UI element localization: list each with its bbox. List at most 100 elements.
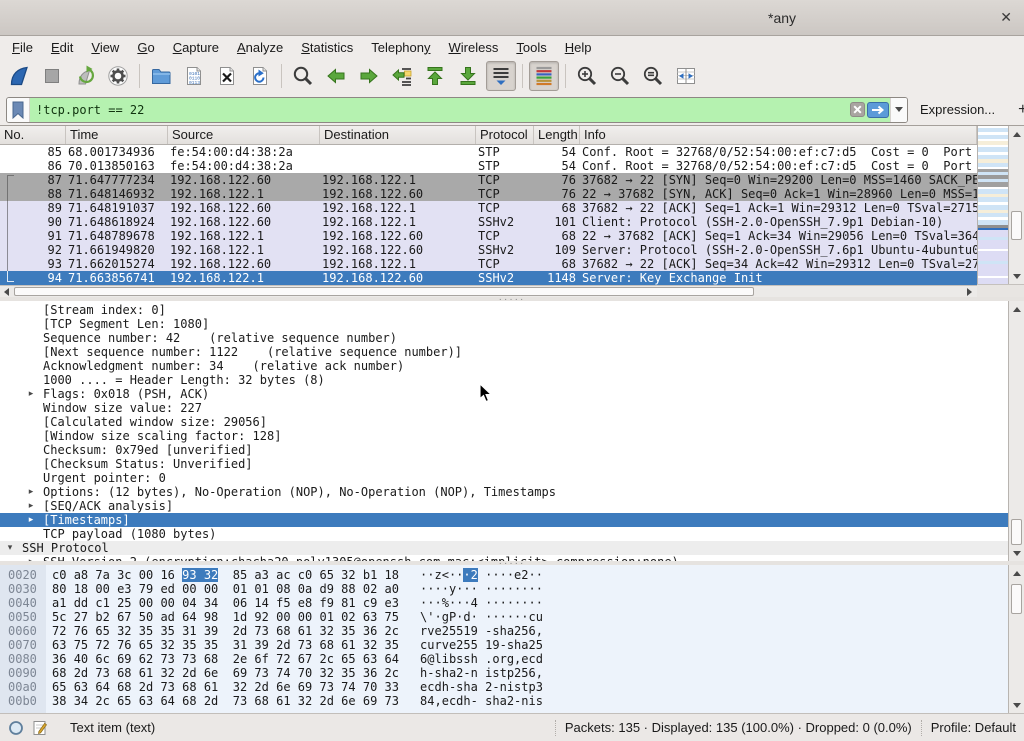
expanded-expander-icon[interactable]: ▾ <box>4 541 16 555</box>
packet-list-vscrollbar[interactable] <box>1008 126 1024 284</box>
menu-file[interactable]: File <box>3 38 42 57</box>
detail-row[interactable]: Urgent pointer: 0 <box>0 471 1008 485</box>
detail-row[interactable]: TCP payload (1080 bytes) <box>0 527 1008 541</box>
collapsed-expander-icon[interactable]: ▸ <box>25 499 37 513</box>
scroll-down-icon[interactable] <box>1009 545 1024 561</box>
go-to-last-packet-icon[interactable] <box>453 61 483 91</box>
zoom-out-icon[interactable] <box>605 61 635 91</box>
scroll-right-icon[interactable] <box>963 286 976 297</box>
collapsed-expander-icon[interactable]: ▸ <box>25 485 37 499</box>
scroll-left-icon[interactable] <box>0 286 13 297</box>
hex-row-0060[interactable]: 006072 76 65 32 35 35 31 39 2d 73 68 61 … <box>0 624 1008 638</box>
packet-list-minimap[interactable] <box>977 126 1008 284</box>
detail-row[interactable]: Window size value: 227 <box>0 401 1008 415</box>
colorize-packets-icon[interactable] <box>529 61 559 91</box>
start-capture-icon[interactable] <box>4 61 34 91</box>
packet-row-90[interactable]: 9071.648618924192.168.122.60192.168.122.… <box>0 215 977 229</box>
detail-row[interactable]: ▸Flags: 0x018 (PSH, ACK) <box>0 387 1008 401</box>
hex-row-00a0[interactable]: 00a065 63 64 68 2d 73 68 61 32 2d 6e 69 … <box>0 680 1008 694</box>
save-file-icon[interactable]: 010101100113 <box>179 61 209 91</box>
packet-row-85[interactable]: 8568.001734936fe:54:00:d4:38:2aSTP54Conf… <box>0 145 977 159</box>
menu-go[interactable]: Go <box>128 38 163 57</box>
expert-info-icon[interactable] <box>8 720 24 736</box>
menu-telephony[interactable]: Telephony <box>362 38 439 57</box>
reload-file-icon[interactable] <box>245 61 275 91</box>
menu-edit[interactable]: Edit <box>42 38 82 57</box>
vscroll-thumb[interactable] <box>1011 211 1022 240</box>
expression-button[interactable]: Expression... <box>920 102 995 117</box>
column-header-no[interactable]: No. <box>0 126 66 144</box>
filter-dropdown-caret-icon[interactable] <box>890 98 907 122</box>
menu-wireless[interactable]: Wireless <box>440 38 508 57</box>
column-header-length[interactable]: Length <box>534 126 580 144</box>
go-to-packet-icon[interactable] <box>387 61 417 91</box>
detail-row[interactable]: [Next sequence number: 1122 (relative se… <box>0 345 1008 359</box>
go-forward-icon[interactable] <box>354 61 384 91</box>
zoom-reset-icon[interactable] <box>638 61 668 91</box>
clear-filter-icon[interactable] <box>849 98 866 122</box>
capture-options-icon[interactable] <box>103 61 133 91</box>
packet-row-88[interactable]: 8871.648146932192.168.122.1192.168.122.6… <box>0 187 977 201</box>
scroll-up-icon[interactable] <box>1009 301 1024 317</box>
vscroll-thumb[interactable] <box>1011 584 1022 614</box>
hex-row-0040[interactable]: 0040a1 dd c1 25 00 00 04 34 06 14 f5 e8 … <box>0 596 1008 610</box>
bookmark-icon[interactable] <box>7 98 30 122</box>
detail-row[interactable]: ▸Options: (12 bytes), No-Operation (NOP)… <box>0 485 1008 499</box>
vscroll-thumb[interactable] <box>1011 519 1022 545</box>
scroll-down-icon[interactable] <box>1009 268 1024 284</box>
column-header-source[interactable]: Source <box>168 126 320 144</box>
go-to-first-packet-icon[interactable] <box>420 61 450 91</box>
stop-capture-icon[interactable] <box>37 61 67 91</box>
close-icon[interactable]: ✕ <box>1000 9 1012 26</box>
hex-row-0090[interactable]: 009068 2d 73 68 61 32 2d 6e 69 73 74 70 … <box>0 666 1008 680</box>
status-profile[interactable]: Profile: Default <box>931 720 1016 735</box>
hex-row-0020[interactable]: 0020c0 a8 7a 3c 00 16 93 32 85 a3 ac c0 … <box>0 568 1008 582</box>
packet-row-89[interactable]: 8971.648191037192.168.122.60192.168.122.… <box>0 201 977 215</box>
bytes-vscrollbar[interactable] <box>1008 565 1024 713</box>
packet-list-hscrollbar[interactable] <box>0 285 977 297</box>
detail-row[interactable]: ▸[SEQ/ACK analysis] <box>0 499 1008 513</box>
detail-row[interactable]: [Window size scaling factor: 128] <box>0 429 1008 443</box>
menu-statistics[interactable]: Statistics <box>292 38 362 57</box>
detail-row[interactable]: [Checksum Status: Unverified] <box>0 457 1008 471</box>
detail-row[interactable]: [Calculated window size: 29056] <box>0 415 1008 429</box>
scroll-down-icon[interactable] <box>1009 697 1024 713</box>
zoom-in-icon[interactable] <box>572 61 602 91</box>
menu-view[interactable]: View <box>82 38 128 57</box>
auto-scroll-icon[interactable] <box>486 61 516 91</box>
restart-capture-icon[interactable] <box>70 61 100 91</box>
capture-comment-icon[interactable] <box>33 720 49 736</box>
close-file-icon[interactable] <box>212 61 242 91</box>
hex-row-0030[interactable]: 003080 18 00 e3 79 ed 00 00 01 01 08 0a … <box>0 582 1008 596</box>
display-filter-input[interactable] <box>30 98 849 122</box>
column-header-time[interactable]: Time <box>66 126 168 144</box>
packet-row-86[interactable]: 8670.013850163fe:54:00:d4:38:2aSTP54Conf… <box>0 159 977 173</box>
detail-row[interactable]: [Stream index: 0] <box>0 303 1008 317</box>
resize-columns-icon[interactable] <box>671 61 701 91</box>
column-header-info[interactable]: Info <box>580 126 977 144</box>
hex-row-0050[interactable]: 00505c 27 b2 67 50 ad 64 98 1d 92 00 00 … <box>0 610 1008 624</box>
hex-row-0080[interactable]: 008036 40 6c 69 62 73 73 68 2e 6f 72 67 … <box>0 652 1008 666</box>
menu-analyze[interactable]: Analyze <box>228 38 292 57</box>
menu-capture[interactable]: Capture <box>164 38 228 57</box>
details-vscrollbar[interactable] <box>1008 301 1024 561</box>
add-filter-button[interactable]: + <box>1013 101 1024 119</box>
detail-row[interactable]: Sequence number: 42 (relative sequence n… <box>0 331 1008 345</box>
packet-row-93[interactable]: 9371.662015274192.168.122.60192.168.122.… <box>0 257 977 271</box>
collapsed-expander-icon[interactable]: ▸ <box>25 513 37 527</box>
menu-tools[interactable]: Tools <box>507 38 555 57</box>
find-packet-icon[interactable] <box>288 61 318 91</box>
open-file-icon[interactable] <box>146 61 176 91</box>
go-back-icon[interactable] <box>321 61 351 91</box>
hscroll-thumb[interactable] <box>14 287 754 296</box>
collapsed-expander-icon[interactable]: ▸ <box>25 387 37 401</box>
scroll-up-icon[interactable] <box>1009 126 1024 142</box>
column-header-destination[interactable]: Destination <box>320 126 476 144</box>
menu-help[interactable]: Help <box>556 38 601 57</box>
packet-row-92[interactable]: 9271.661949820192.168.122.1192.168.122.6… <box>0 243 977 257</box>
detail-row[interactable]: Checksum: 0x79ed [unverified] <box>0 443 1008 457</box>
packet-row-91[interactable]: 9171.648789678192.168.122.1192.168.122.6… <box>0 229 977 243</box>
detail-row[interactable]: 1000 .... = Header Length: 32 bytes (8) <box>0 373 1008 387</box>
apply-filter-icon[interactable] <box>866 98 890 122</box>
detail-row[interactable]: [TCP Segment Len: 1080] <box>0 317 1008 331</box>
